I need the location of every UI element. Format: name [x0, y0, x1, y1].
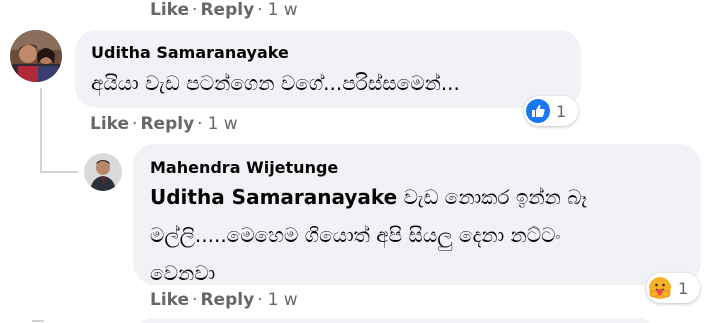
- previous-comment-actions: Like · Reply · 1 w: [150, 0, 298, 20]
- reply-text-line-3: වෙනවා: [150, 261, 216, 285]
- like-link[interactable]: Like: [150, 290, 189, 310]
- mention-link[interactable]: Uditha Samaranayake: [150, 185, 397, 209]
- timestamp[interactable]: 1 w: [206, 114, 238, 134]
- like-link[interactable]: Like: [90, 114, 129, 134]
- comments-section: Like · Reply · 1 w Uditha Samaranayake අයියා…: [0, 0, 711, 323]
- thread-line-branch: [40, 171, 78, 173]
- comment-bubble: Uditha Samaranayake අයියා වැඩ පටන්ගෙන වග…: [75, 30, 581, 108]
- reply-reaction-badge[interactable]: 1: [646, 273, 700, 303]
- reply-actions: Like · Reply · 1 w: [150, 290, 298, 310]
- separator: ·: [192, 0, 198, 20]
- reply-text: Uditha Samaranayake වැඩ නොකර ඉන්න බෑ මල්…: [150, 178, 690, 292]
- next-comment-bubble-partial: [135, 318, 655, 323]
- reply-text-segment: වැඩ නොකර ඉන්න බෑ: [397, 185, 588, 209]
- avatar-uditha[interactable]: [10, 30, 62, 82]
- reply-link[interactable]: Reply: [140, 114, 194, 134]
- separator: ·: [257, 290, 263, 310]
- separator: ·: [257, 0, 263, 20]
- reaction-count: 1: [556, 101, 567, 121]
- timestamp[interactable]: 1 w: [266, 290, 298, 310]
- separator: ·: [132, 114, 138, 134]
- thread-line: [40, 88, 42, 173]
- reply-text-line-2: මල්ලි.....මෙහෙම ගියොත් අපි සියලු දෙනා නට…: [150, 223, 561, 247]
- reply-bubble: Mahendra Wijetunge Uditha Samaranayake ව…: [133, 144, 701, 285]
- reaction-count: 1: [678, 278, 689, 298]
- care-reaction-icon: [649, 277, 671, 299]
- timestamp[interactable]: 1 w: [266, 0, 298, 20]
- like-link[interactable]: Like: [150, 0, 189, 20]
- separator: ·: [192, 290, 198, 310]
- comment-actions: Like · Reply · 1 w: [90, 114, 238, 134]
- avatar-photo: [10, 30, 62, 82]
- reply-author[interactable]: Mahendra Wijetunge: [150, 158, 338, 177]
- avatar-mahendra[interactable]: [84, 153, 122, 191]
- like-reaction-icon: [526, 99, 550, 123]
- comment-reaction-badge[interactable]: 1: [524, 96, 578, 126]
- reply-link[interactable]: Reply: [200, 0, 254, 20]
- reply-link[interactable]: Reply: [200, 290, 254, 310]
- comment-author[interactable]: Uditha Samaranayake: [91, 43, 289, 62]
- separator: ·: [197, 114, 203, 134]
- avatar-photo: [84, 153, 122, 191]
- comment-text: අයියා වැඩ පටන්ගෙන වගේ...පරිස්සමෙන්...: [91, 71, 460, 95]
- reply-text-line-1: Uditha Samaranayake වැඩ නොකර ඉන්න බෑ: [150, 178, 690, 216]
- next-thread-line-partial: [32, 320, 44, 322]
